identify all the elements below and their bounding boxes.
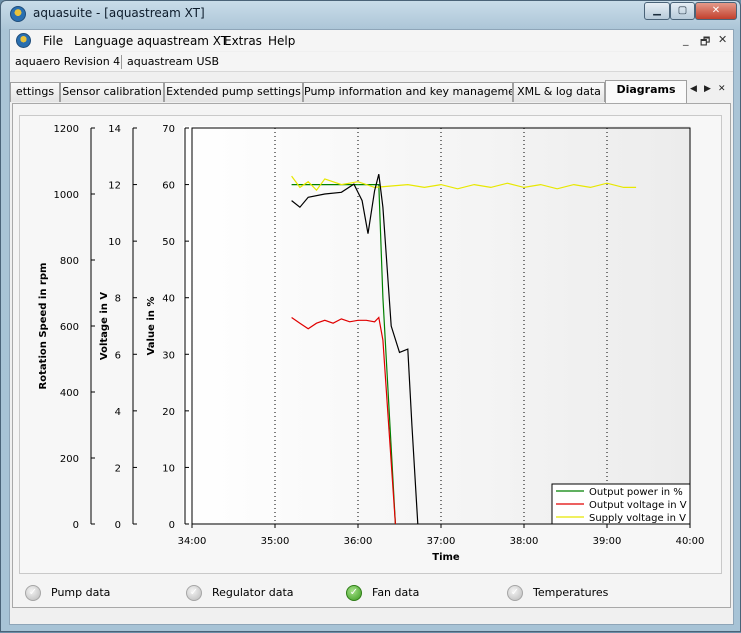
- x-tick-label: 34:00: [178, 536, 207, 547]
- y-tick-label: 8: [115, 294, 121, 305]
- y-tick-label: 200: [60, 454, 79, 465]
- y-tick-label: 6: [115, 350, 121, 361]
- x-tick-label: 38:00: [510, 536, 539, 547]
- y-tick-label: 0: [73, 520, 79, 531]
- y-tick-label: 40: [162, 294, 175, 305]
- y-tick-label: 0: [115, 520, 121, 531]
- y-tick-label: 400: [60, 388, 79, 399]
- check-icon: ✓: [346, 585, 362, 601]
- series-line: [291, 174, 419, 525]
- y-tick-label: 10: [108, 237, 121, 248]
- y-tick-label: 1200: [54, 124, 79, 135]
- series-line: [291, 184, 396, 525]
- check-icon: ✓: [186, 585, 202, 601]
- y-tick-label: 60: [162, 181, 175, 192]
- x-tick-label: 37:00: [427, 536, 456, 547]
- y-tick-label: 12: [108, 181, 121, 192]
- legend-label: Output voltage in V: [589, 500, 687, 511]
- check-icon: ✓: [25, 585, 41, 601]
- series-line: [291, 175, 637, 192]
- y-tick-label: 70: [162, 124, 175, 135]
- x-tick-label: 35:00: [261, 536, 290, 547]
- y-axis-title: Value in %: [146, 297, 157, 356]
- y-tick-label: 800: [60, 256, 79, 267]
- y-tick-label: 50: [162, 237, 175, 248]
- y-tick-label: 2: [115, 463, 121, 474]
- app-window: aquasuite - [aquastream XT] ▁ ▢ ✕ File L…: [0, 0, 741, 632]
- x-tick-label: 39:00: [593, 536, 622, 547]
- y-tick-label: 0: [169, 520, 175, 531]
- check-icon: ✓: [507, 585, 523, 601]
- y-tick-label: 10: [162, 463, 175, 474]
- y-axis-title: Rotation Speed in rpm: [38, 263, 49, 390]
- y-axis-title: Voltage in V: [99, 292, 110, 360]
- x-axis-title: Time: [432, 552, 460, 563]
- y-tick-label: 4: [115, 407, 121, 418]
- y-tick-label: 600: [60, 322, 79, 333]
- y-tick-label: 30: [162, 350, 175, 361]
- y-tick-label: 1000: [54, 190, 79, 201]
- y-tick-label: 14: [108, 124, 121, 135]
- legend-label: Output power in %: [589, 487, 683, 498]
- x-tick-label: 40:00: [676, 536, 705, 547]
- x-tick-label: 36:00: [344, 536, 373, 547]
- legend-label: Supply voltage in V: [589, 513, 686, 524]
- series-line: [291, 316, 396, 525]
- tab-diagrams[interactable]: Diagrams: [605, 80, 687, 103]
- y-tick-label: 20: [162, 407, 175, 418]
